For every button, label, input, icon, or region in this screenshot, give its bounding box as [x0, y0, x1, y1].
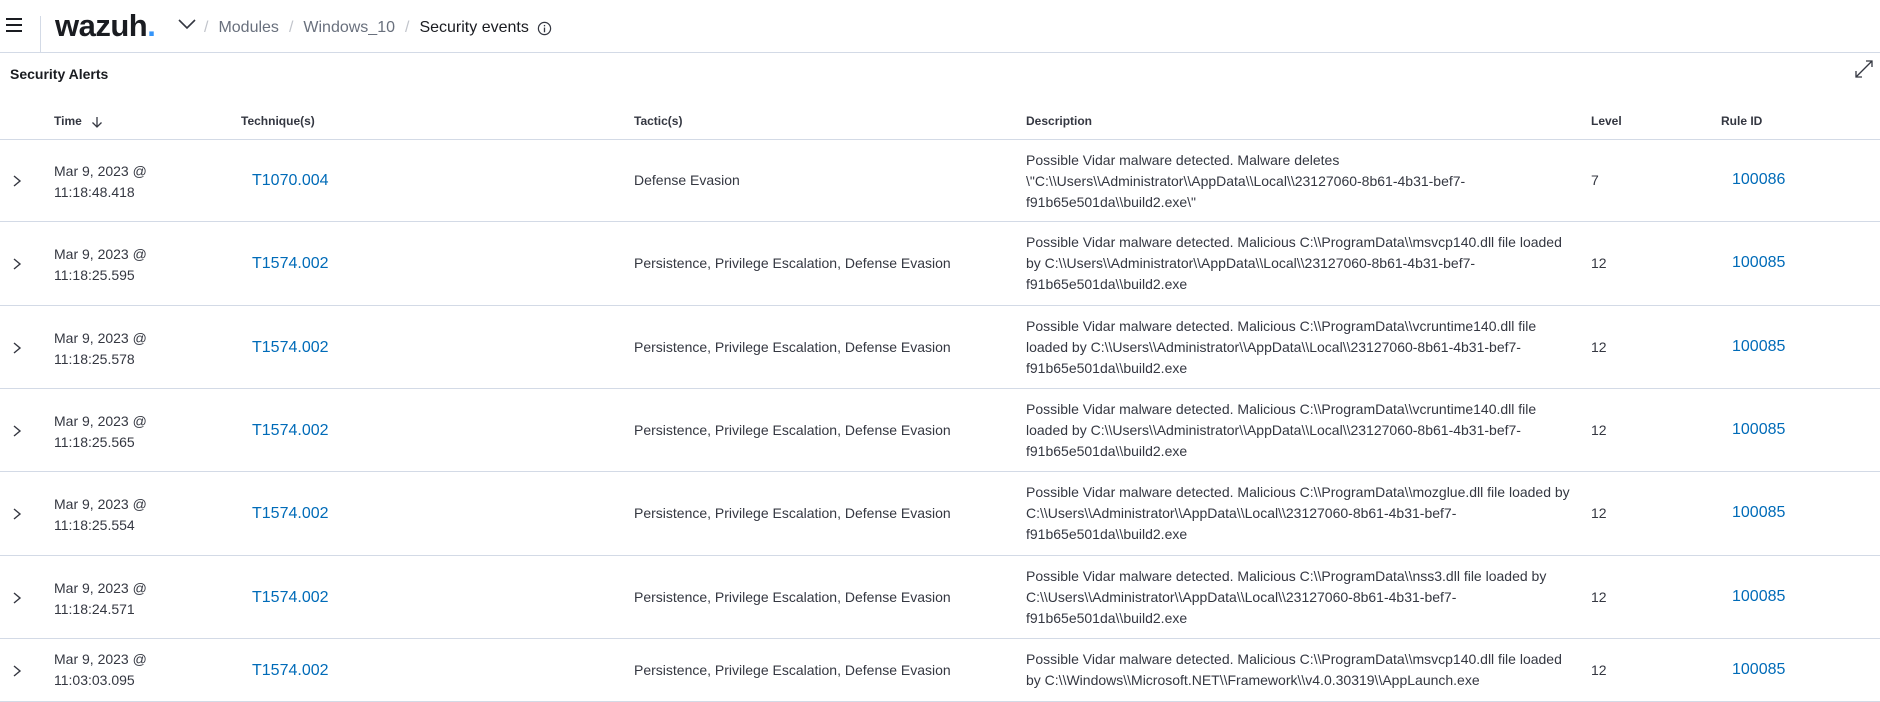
level-cell: 12 — [1591, 505, 1607, 521]
description-cell: Possible Vidar malware detected. Malicio… — [1026, 651, 1562, 688]
tactic-cell: Persistence, Privilege Escalation, Defen… — [634, 505, 951, 521]
hamburger-icon-bar — [6, 24, 22, 26]
level-cell: 12 — [1591, 422, 1607, 438]
header-divider — [40, 16, 41, 52]
table-row[interactable]: Mar 9, 2023 @ 11:18:25.565 T1574.002 Persis… — [0, 389, 1880, 472]
time-date: Mar 9, 2023 @ — [54, 163, 147, 179]
table-row[interactable]: Mar 9, 2023 @ 11:18:25.578 T1574.002 Persis… — [0, 306, 1880, 389]
hamburger-menu-button[interactable] — [4, 14, 24, 36]
breadcrumb-agent[interactable]: Windows_10 — [303, 18, 395, 38]
chevron-right-icon[interactable] — [10, 424, 24, 438]
technique-link[interactable]: T1070.004 — [252, 170, 329, 191]
rule-id-link[interactable]: 100085 — [1732, 502, 1785, 523]
tactic-cell: Defense Evasion — [634, 172, 740, 188]
rule-id-link[interactable]: 100085 — [1732, 419, 1785, 440]
breadcrumb-separator: / — [288, 19, 294, 36]
hamburger-icon — [6, 18, 22, 20]
hamburger-icon-bar — [6, 30, 22, 32]
breadcrumb: / Modules / Windows_10 / Security events — [204, 18, 552, 38]
time-date: Mar 9, 2023 @ — [54, 246, 147, 262]
technique-link[interactable]: T1574.002 — [252, 337, 329, 358]
time-date: Mar 9, 2023 @ — [54, 413, 147, 429]
arrow-down-icon — [92, 116, 103, 128]
time-date: Mar 9, 2023 @ — [54, 651, 147, 667]
breadcrumb-modules[interactable]: Modules — [218, 18, 278, 38]
rule-id-link[interactable]: 100085 — [1732, 336, 1785, 357]
table-row[interactable]: Mar 9, 2023 @ 11:18:25.554 T1574.002 Persis… — [0, 472, 1880, 556]
level-cell: 12 — [1591, 339, 1607, 355]
time-clock: 11:18:25.554 — [54, 517, 135, 533]
logo-text: wazuh — [55, 8, 148, 43]
time-date: Mar 9, 2023 @ — [54, 330, 147, 346]
tactic-cell: Persistence, Privilege Escalation, Defen… — [634, 422, 951, 438]
tactic-cell: Persistence, Privilege Escalation, Defen… — [634, 662, 951, 678]
tactic-cell: Persistence, Privilege Escalation, Defen… — [634, 589, 951, 605]
time-clock: 11:18:24.571 — [54, 601, 135, 617]
description-cell: Possible Vidar malware detected. Malware… — [1026, 152, 1466, 210]
tactic-cell: Persistence, Privilege Escalation, Defen… — [634, 339, 951, 355]
chevron-right-icon[interactable] — [10, 591, 24, 605]
chevron-right-icon[interactable] — [10, 257, 24, 271]
description-cell: Possible Vidar malware detected. Malicio… — [1026, 484, 1570, 542]
breadcrumb-separator: / — [405, 19, 410, 36]
column-header-tactic[interactable]: Tactic(s) — [634, 114, 682, 128]
time-date: Mar 9, 2023 @ — [54, 580, 147, 596]
panel-title: Security Alerts — [10, 66, 109, 82]
table-row[interactable]: Mar 9, 2023 @ 11:18:24.571 T1574.002 Persis… — [0, 556, 1880, 639]
table-row[interactable]: Mar 9, 2023 @ 11:18:48.418 T1070.004 Defens… — [0, 140, 1880, 222]
table-row[interactable]: Mar 9, 2023 @ 11:03:03.095 T1574.002 Persis… — [0, 639, 1880, 702]
table-row[interactable]: Mar 9, 2023 @ 11:18:25.595 T1574.002 Persis… — [0, 222, 1880, 306]
description-cell: Possible Vidar malware detected. Malicio… — [1026, 568, 1547, 626]
technique-link[interactable]: T1574.002 — [252, 503, 329, 524]
technique-link[interactable]: T1574.002 — [252, 660, 329, 681]
column-header-technique[interactable]: Technique(s) — [241, 114, 315, 128]
rule-id-link[interactable]: 100085 — [1732, 659, 1785, 680]
level-cell: 12 — [1591, 589, 1607, 605]
rule-id-link[interactable]: 100085 — [1732, 252, 1785, 273]
logo-dot: . — [147, 8, 156, 43]
chevron-right-icon[interactable] — [10, 664, 24, 678]
level-cell: 7 — [1591, 172, 1599, 188]
description-cell: Possible Vidar malware detected. Malicio… — [1026, 234, 1562, 292]
expand-icon[interactable] — [1855, 60, 1873, 78]
chevron-right-icon[interactable] — [10, 507, 24, 521]
info-icon[interactable] — [537, 21, 552, 36]
time-cell: Mar 9, 2023 @ 11:18:25.595 — [54, 244, 204, 286]
time-clock: 11:18:25.565 — [54, 434, 135, 450]
rule-id-link[interactable]: 100085 — [1732, 586, 1785, 607]
chevron-down-icon[interactable] — [178, 18, 196, 30]
description-cell: Possible Vidar malware detected. Malicio… — [1026, 401, 1537, 459]
top-navigation-bar: wazuh. / Modules / Windows_10 / Security… — [0, 0, 1880, 53]
level-cell: 12 — [1591, 255, 1607, 271]
breadcrumb-security-events: Security events — [419, 19, 529, 36]
technique-link[interactable]: T1574.002 — [252, 253, 329, 274]
wazuh-logo[interactable]: wazuh. — [55, 8, 156, 44]
time-clock: 11:03:03.095 — [54, 672, 135, 688]
column-header-rule-id[interactable]: Rule ID — [1721, 114, 1762, 128]
time-cell: Mar 9, 2023 @ 11:18:24.571 — [54, 578, 204, 620]
level-cell: 12 — [1591, 662, 1607, 678]
breadcrumb-separator: / — [204, 19, 209, 36]
time-cell: Mar 9, 2023 @ 11:18:25.554 — [54, 494, 204, 536]
column-header-label: Time — [54, 114, 82, 128]
time-clock: 11:18:25.578 — [54, 351, 135, 367]
table-header: Time Technique(s) Tactic(s) Description … — [0, 104, 1880, 140]
time-clock: 11:18:48.418 — [54, 184, 135, 200]
rule-id-link[interactable]: 100086 — [1732, 169, 1785, 190]
time-clock: 11:18:25.595 — [54, 267, 135, 283]
description-cell: Possible Vidar malware detected. Malicio… — [1026, 318, 1537, 376]
column-header-level[interactable]: Level — [1591, 114, 1622, 128]
chevron-right-icon[interactable] — [10, 341, 24, 355]
time-cell: Mar 9, 2023 @ 11:18:25.578 — [54, 328, 204, 370]
technique-link[interactable]: T1574.002 — [252, 420, 329, 441]
column-header-time[interactable]: Time — [54, 114, 103, 128]
time-cell: Mar 9, 2023 @ 11:18:48.418 — [54, 161, 204, 203]
time-cell: Mar 9, 2023 @ 11:18:25.565 — [54, 411, 204, 453]
time-date: Mar 9, 2023 @ — [54, 496, 147, 512]
time-cell: Mar 9, 2023 @ 11:03:03.095 — [54, 649, 204, 691]
column-header-description[interactable]: Description — [1026, 114, 1092, 128]
technique-link[interactable]: T1574.002 — [252, 587, 329, 608]
tactic-cell: Persistence, Privilege Escalation, Defen… — [634, 255, 951, 271]
chevron-right-icon[interactable] — [10, 174, 24, 188]
